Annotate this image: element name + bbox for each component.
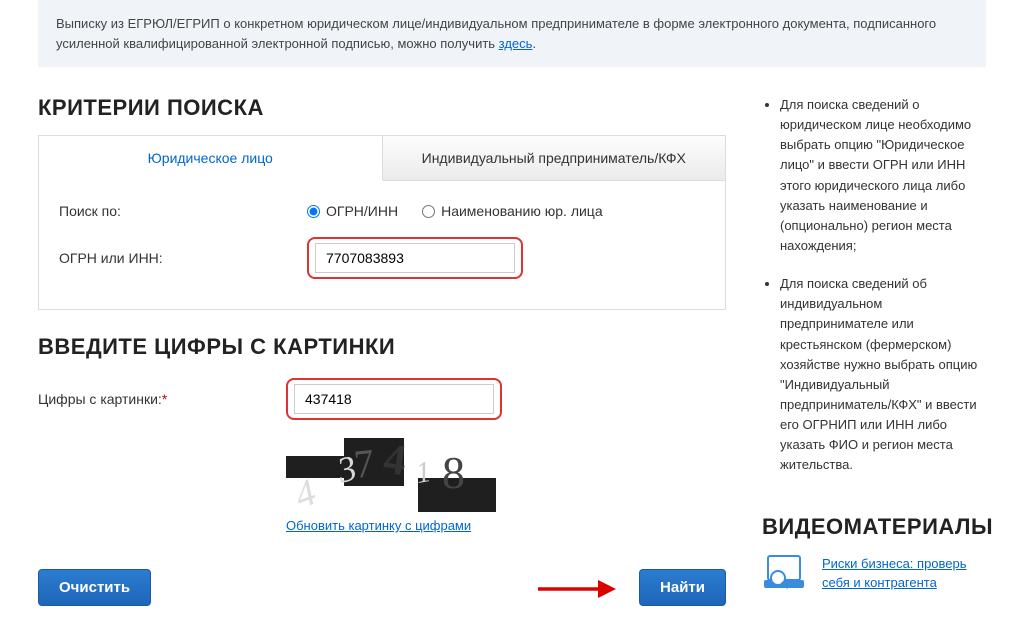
video-link-risks[interactable]: Риски бизнеса: проверь себя и контрагент…: [822, 554, 993, 593]
clear-button[interactable]: Очистить: [38, 569, 151, 606]
tab-individual-entrepreneur[interactable]: Индивидуальный предприниматель/КФХ: [383, 136, 726, 181]
info-text-start: Выписку из ЕГРЮЛ/ЕГРИП о конкретном юрид…: [56, 16, 936, 51]
help-item-legal: Для поиска сведений о юридическом лице н…: [780, 95, 993, 256]
tab-legal-entity[interactable]: Юридическое лицо: [39, 136, 383, 181]
entity-tabs: Юридическое лицо Индивидуальный предприн…: [39, 136, 725, 181]
captcha-input[interactable]: [294, 384, 494, 414]
arrow-icon: [536, 577, 616, 604]
label-ogrn-inn: ОГРН или ИНН:: [59, 250, 307, 266]
radio-ogrn-inn-input[interactable]: [307, 205, 320, 218]
info-text-end: .: [532, 36, 536, 51]
info-link[interactable]: здесь: [499, 36, 533, 51]
video-heading: ВИДЕОМАТЕРИАЛЫ: [762, 514, 993, 540]
label-search-by: Поиск по:: [59, 203, 307, 219]
search-panel: Юридическое лицо Индивидуальный предприн…: [38, 135, 726, 310]
captcha-image: 4 3 7 4 1 8: [286, 438, 496, 512]
info-notice: Выписку из ЕГРЮЛ/ЕГРИП о конкретном юрид…: [38, 0, 986, 67]
video-icon: [762, 554, 808, 596]
label-captcha: Цифры с картинки:*: [38, 391, 286, 407]
radio-by-name[interactable]: Наименованию юр. лица: [422, 203, 603, 219]
ogrn-inn-input[interactable]: [315, 243, 515, 273]
help-item-individual: Для поиска сведений об индивидуальном пр…: [780, 274, 993, 475]
ogrn-highlight: [307, 237, 523, 279]
radio-ogrn-inn[interactable]: ОГРН/ИНН: [307, 203, 398, 219]
captcha-highlight: [286, 378, 502, 420]
captcha-heading: ВВЕДИТЕ ЦИФРЫ С КАРТИНКИ: [38, 334, 726, 360]
captcha-refresh-link[interactable]: Обновить картинку с цифрами: [286, 518, 496, 533]
search-heading: КРИТЕРИИ ПОИСКА: [38, 95, 726, 121]
find-button[interactable]: Найти: [639, 569, 726, 606]
radio-by-name-input[interactable]: [422, 205, 435, 218]
help-list: Для поиска сведений о юридическом лице н…: [762, 95, 993, 476]
